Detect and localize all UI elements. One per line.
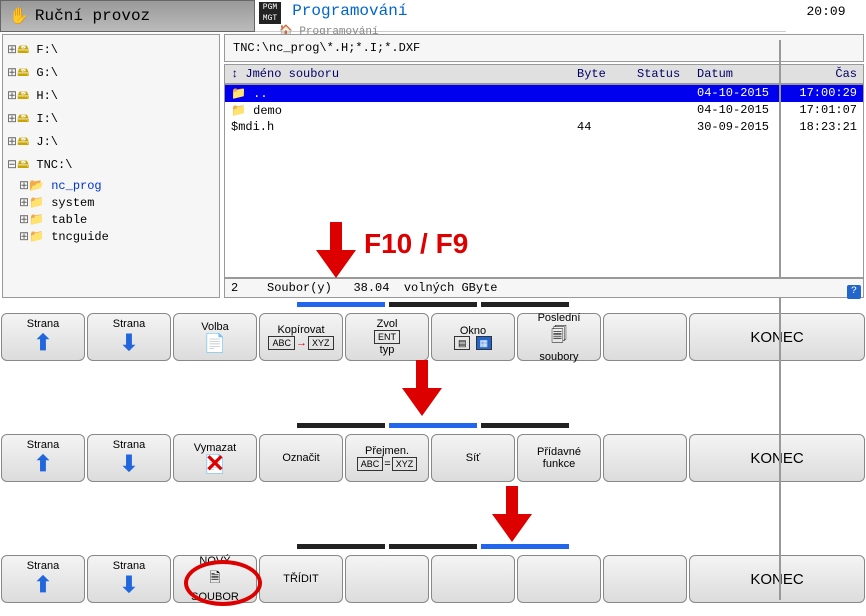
softkey-button[interactable]: [603, 313, 687, 361]
softkey-end-button[interactable]: KONEC: [689, 313, 865, 361]
softkey-button[interactable]: [345, 555, 429, 603]
top-bar: ✋ Ruční provoz PGM MGT Programování 🏠 Pr…: [0, 0, 866, 32]
softkey-button[interactable]: Strana⬇: [87, 434, 171, 482]
softkey-tab[interactable]: [297, 544, 385, 549]
file-row[interactable]: $mdi.h4430-09-201518:23:21: [225, 119, 863, 135]
col-time[interactable]: Čas: [787, 67, 857, 81]
tree-item[interactable]: ⊞📂 nc_prog: [7, 177, 215, 194]
softkey-bar: Strana⬆Strana⬇NOVÝ🗎SOUBORTŘÍDIT KONEC: [0, 555, 866, 603]
softkey-button[interactable]: Poslední🗐soubory: [517, 313, 601, 361]
softkey-tab[interactable]: [481, 302, 569, 307]
operating-mode: ✋ Ruční provoz: [0, 0, 255, 32]
softkey-page-tabs[interactable]: [0, 300, 866, 309]
annotation-text: F10 / F9: [364, 228, 468, 260]
col-status[interactable]: Status: [637, 67, 697, 81]
softkey-button[interactable]: [603, 434, 687, 482]
tree-item[interactable]: ⊞🖴 H:\: [7, 85, 215, 108]
softkey-button[interactable]: Okno▤ ▦: [431, 313, 515, 361]
softkey-button[interactable]: [517, 555, 601, 603]
copy-icon: ABC→XYZ: [267, 336, 334, 350]
folder-tree[interactable]: ⊞🖴 F:\⊞🖴 G:\⊞🖴 H:\⊞🖴 I:\⊞🖴 J:\⊟🖴 TNC:\⊞📂…: [2, 34, 220, 298]
tree-item[interactable]: ⊟🖴 TNC:\: [7, 154, 215, 177]
softkey-bar: Strana⬆Strana⬇Volba📄KopírovatABC→XYZZvol…: [0, 313, 866, 361]
softkey-button[interactable]: Přídavnéfunkce: [517, 434, 601, 482]
softkey-button[interactable]: Síť: [431, 434, 515, 482]
arrow-down-icon: ⬇: [120, 330, 138, 356]
softkey-tab[interactable]: [389, 302, 477, 307]
softkey-page-tabs[interactable]: [0, 421, 866, 430]
rename-icon: ABC=XYZ: [356, 457, 418, 471]
softkey-button[interactable]: KopírovatABC→XYZ: [259, 313, 343, 361]
file-row[interactable]: 📁 ..04-10-201517:00:29: [225, 85, 863, 102]
softkey-page-tabs[interactable]: [0, 542, 866, 551]
softkey-bar: Strana⬆Strana⬇Vymazat📄OznačitPřejmen.ABC…: [0, 434, 866, 482]
softkey-button[interactable]: Strana⬆: [1, 555, 85, 603]
file-row[interactable]: 📁 demo04-10-201517:01:07: [225, 102, 863, 119]
softkey-button[interactable]: Volba📄: [173, 313, 257, 361]
softkey-end-button[interactable]: KONEC: [689, 434, 865, 482]
softkey-tab[interactable]: [481, 423, 569, 428]
softkey-tab[interactable]: [297, 423, 385, 428]
tree-item[interactable]: ⊞🖴 J:\: [7, 131, 215, 154]
hand-icon: ✋: [9, 6, 29, 26]
softkey-tab[interactable]: [481, 544, 569, 549]
title-area: PGM MGT Programování 🏠 Programování: [255, 0, 786, 32]
softkey-button[interactable]: Strana⬆: [1, 313, 85, 361]
softkey-button[interactable]: ZvolENTtyp: [345, 313, 429, 361]
annotation-arrow-2: [402, 360, 442, 416]
softkey-tab[interactable]: [297, 302, 385, 307]
softkey-end-button[interactable]: KONEC: [689, 555, 865, 603]
recent-icon: 🗐: [551, 324, 567, 351]
window-icon: ▤ ▦: [453, 337, 493, 349]
col-byte[interactable]: Byte: [577, 67, 637, 81]
page-icon: 📄: [204, 333, 226, 354]
tree-item[interactable]: ⊞🖴 I:\: [7, 108, 215, 131]
arrow-down-icon: ⬇: [120, 572, 138, 598]
softkey-button[interactable]: Strana⬇: [87, 555, 171, 603]
arrow-up-icon: ⬆: [34, 451, 52, 477]
tree-item[interactable]: ⊞📁 tncguide: [7, 228, 215, 245]
ent-icon: ENT: [374, 330, 400, 344]
tree-item[interactable]: ⊞🖴 F:\: [7, 39, 215, 62]
col-name[interactable]: Jméno souboru: [245, 67, 577, 81]
page-title: Programování: [292, 2, 407, 20]
mode-label: Ruční provoz: [35, 7, 150, 25]
help-icon[interactable]: ?: [847, 285, 861, 299]
softkey-button[interactable]: Strana⬆: [1, 434, 85, 482]
softkey-tab[interactable]: [389, 544, 477, 549]
softkey-button[interactable]: Vymazat📄: [173, 434, 257, 482]
softkey-button[interactable]: TŘÍDIT: [259, 555, 343, 603]
delete-icon: 📄: [204, 454, 226, 475]
col-date[interactable]: Datum: [697, 67, 787, 81]
softkey-button[interactable]: Přejmen.ABC=XYZ: [345, 434, 429, 482]
file-header[interactable]: ↕ Jméno souboru Byte Status Datum Čas: [224, 64, 864, 84]
tree-item[interactable]: ⊞📁 table: [7, 211, 215, 228]
softkey-button[interactable]: NOVÝ🗎SOUBOR: [173, 555, 257, 603]
annotation-arrow-3: [492, 486, 532, 542]
softkey-tab[interactable]: [389, 423, 477, 428]
path-display: TNC:\nc_prog\*.H;*.I;*.DXF: [224, 34, 864, 62]
arrow-up-icon: ⬆: [34, 330, 52, 356]
sort-icon[interactable]: ↕: [231, 67, 238, 81]
pgm-mgt-icon: PGM MGT: [259, 2, 281, 24]
new-file-icon: 🗎: [209, 567, 220, 591]
softkey-button[interactable]: [603, 555, 687, 603]
status-line: 2 Soubor(y) 38.04 volných GByte ?: [224, 278, 864, 298]
tree-item[interactable]: ⊞📁 system: [7, 194, 215, 211]
softkey-button[interactable]: [431, 555, 515, 603]
softkey-button[interactable]: Strana⬇: [87, 313, 171, 361]
arrow-down-icon: ⬇: [120, 451, 138, 477]
arrow-up-icon: ⬆: [34, 572, 52, 598]
annotation-arrow-1: [316, 222, 356, 278]
softkey-button[interactable]: Označit: [259, 434, 343, 482]
clock: 20:09: [786, 0, 866, 32]
tree-item[interactable]: ⊞🖴 G:\: [7, 62, 215, 85]
